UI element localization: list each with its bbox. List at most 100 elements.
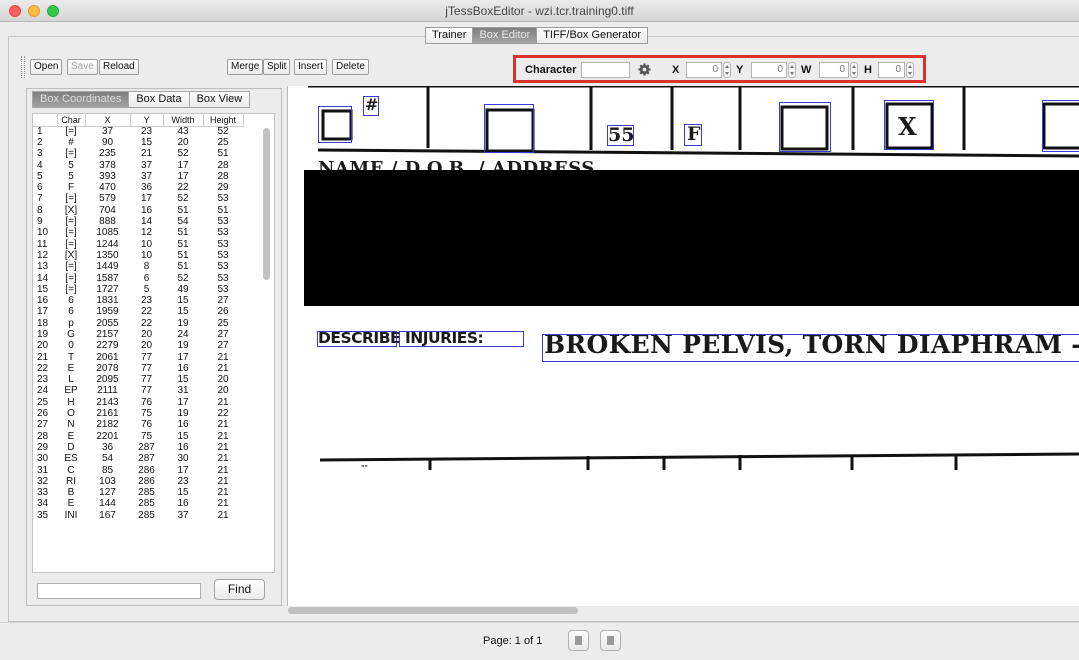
find-input[interactable]: [37, 583, 201, 599]
width-cell[interactable]: 16: [163, 363, 203, 374]
y-cell[interactable]: 76: [130, 397, 163, 408]
height-cell[interactable]: 21: [203, 442, 243, 453]
x-cell[interactable]: 2095: [85, 375, 130, 386]
char-cell[interactable]: O: [57, 408, 85, 419]
width-cell[interactable]: 15: [163, 488, 203, 499]
x-cell[interactable]: 1727: [85, 284, 130, 295]
height-cell[interactable]: 53: [203, 239, 243, 250]
table-row[interactable]: 4 5 378 37 17 28: [33, 160, 243, 171]
x-cell[interactable]: 888: [85, 216, 130, 227]
y-cell[interactable]: 36: [130, 182, 163, 193]
y-cell[interactable]: 15: [130, 137, 163, 148]
table-row[interactable]: 19 G 2157 20 24 27: [33, 329, 243, 340]
row-index[interactable]: 3: [33, 149, 57, 160]
y-cell[interactable]: 23: [130, 295, 163, 306]
table-row[interactable]: 27 N 2182 76 16 21: [33, 420, 243, 431]
height-cell[interactable]: 28: [203, 160, 243, 171]
char-cell[interactable]: 6: [57, 295, 85, 306]
height-cell[interactable]: 20: [203, 386, 243, 397]
char-cell[interactable]: T: [57, 352, 85, 363]
row-index[interactable]: 22: [33, 363, 57, 374]
row-index[interactable]: 24: [33, 386, 57, 397]
image-horizontal-scrollbar[interactable]: [288, 607, 578, 614]
char-box-1[interactable]: [318, 106, 352, 143]
table-row[interactable]: 29 D 36 287 16 21: [33, 442, 243, 453]
row-index[interactable]: 20: [33, 341, 57, 352]
row-index[interactable]: 30: [33, 454, 57, 465]
height-cell[interactable]: 29: [203, 182, 243, 193]
height-cell[interactable]: 21: [203, 465, 243, 476]
x-cell[interactable]: 1449: [85, 262, 130, 273]
width-cell[interactable]: 17: [163, 352, 203, 363]
width-cell[interactable]: 52: [163, 273, 203, 284]
row-index[interactable]: 21: [33, 352, 57, 363]
table-row[interactable]: 14 [=] 1587 6 52 53: [33, 273, 243, 284]
width-cell[interactable]: 24: [163, 329, 203, 340]
column-header-index[interactable]: [33, 114, 58, 127]
x-cell[interactable]: 127: [85, 488, 130, 499]
char-cell[interactable]: F: [57, 182, 85, 193]
height-cell[interactable]: 21: [203, 510, 243, 521]
row-index[interactable]: 14: [33, 273, 57, 284]
char-cell[interactable]: B: [57, 488, 85, 499]
x-cell[interactable]: 1085: [85, 228, 130, 239]
char-cell[interactable]: E: [57, 499, 85, 510]
width-cell[interactable]: 51: [163, 250, 203, 261]
width-cell[interactable]: 17: [163, 160, 203, 171]
y-cell[interactable]: 20: [130, 329, 163, 340]
box-coordinates-table[interactable]: Char X Y Width Height 1 [=] 37 23 43 52 2 #90 15…: [32, 113, 275, 573]
y-cell[interactable]: 10: [130, 250, 163, 261]
y-cell[interactable]: 37: [130, 160, 163, 171]
row-index[interactable]: 23: [33, 375, 57, 386]
x-cell[interactable]: 2061: [85, 352, 130, 363]
row-index[interactable]: 35: [33, 510, 57, 521]
x-cell[interactable]: 470: [85, 182, 130, 193]
row-index[interactable]: 2: [33, 137, 57, 148]
y-cell[interactable]: 77: [130, 375, 163, 386]
row-index[interactable]: 6: [33, 182, 57, 193]
y-cell[interactable]: 285: [130, 510, 163, 521]
char-cell[interactable]: [=]: [57, 216, 85, 227]
column-header-y[interactable]: Y: [130, 114, 164, 127]
y-cell[interactable]: 76: [130, 420, 163, 431]
x-cell[interactable]: 704: [85, 205, 130, 216]
table-row[interactable]: 24 EP 2111 77 31 20: [33, 386, 243, 397]
width-cell[interactable]: 54: [163, 216, 203, 227]
table-row[interactable]: 10 [=] 1085 12 51 53: [33, 228, 243, 239]
char-cell[interactable]: H: [57, 397, 85, 408]
char-cell[interactable]: [=]: [57, 228, 85, 239]
tab-tiff-box-generator[interactable]: TIFF/Box Generator: [536, 27, 648, 44]
row-index[interactable]: 8: [33, 205, 57, 216]
char-cell[interactable]: 6: [57, 307, 85, 318]
table-row[interactable]: 12 [X] 1350 10 51 53: [33, 250, 243, 261]
char-box-describe[interactable]: [317, 331, 397, 347]
row-index[interactable]: 19: [33, 329, 57, 340]
row-index[interactable]: 12: [33, 250, 57, 261]
width-cell[interactable]: 49: [163, 284, 203, 295]
height-cell[interactable]: 53: [203, 262, 243, 273]
table-row[interactable]: 18 p 2055 22 19 25: [33, 318, 243, 329]
table-scrollbar[interactable]: [263, 128, 270, 280]
x-cell[interactable]: 1587: [85, 273, 130, 284]
height-cell[interactable]: 21: [203, 476, 243, 487]
height-cell[interactable]: 27: [203, 295, 243, 306]
x-cell[interactable]: 378: [85, 160, 130, 171]
x-cell[interactable]: 2279: [85, 341, 130, 352]
w-input[interactable]: 0: [819, 62, 849, 78]
y-cell[interactable]: 77: [130, 352, 163, 363]
table-row[interactable]: 1 [=] 37 23 43 52: [33, 126, 243, 137]
x-cell[interactable]: 2161: [85, 408, 130, 419]
width-cell[interactable]: 17: [163, 397, 203, 408]
x-cell[interactable]: 1350: [85, 250, 130, 261]
previous-page-button[interactable]: [568, 630, 589, 651]
height-cell[interactable]: 27: [203, 329, 243, 340]
find-button[interactable]: Find: [214, 579, 265, 600]
width-cell[interactable]: 15: [163, 431, 203, 442]
row-index[interactable]: 4: [33, 160, 57, 171]
tab-box-view[interactable]: Box View: [188, 91, 251, 108]
char-cell[interactable]: E: [57, 363, 85, 374]
y-cell[interactable]: 23: [130, 126, 163, 137]
char-cell[interactable]: [X]: [57, 205, 85, 216]
row-index[interactable]: 28: [33, 431, 57, 442]
char-cell[interactable]: #: [57, 137, 85, 148]
